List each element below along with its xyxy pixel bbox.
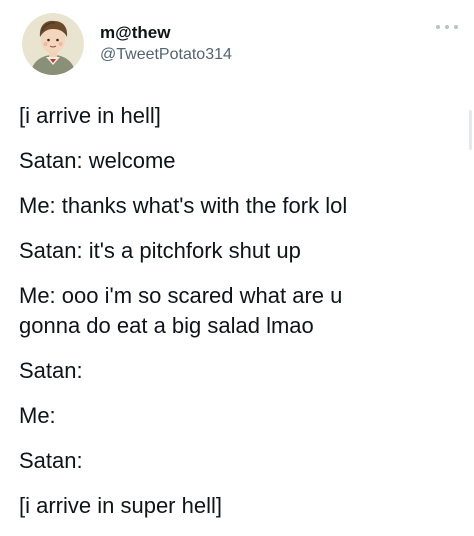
cartoon-avatar-icon (22, 13, 84, 75)
author-names: m@thew @TweetPotato314 (100, 22, 232, 66)
more-dots-icon[interactable] (436, 18, 458, 36)
tweet-card: m@thew @TweetPotato314 [i arrive in hell… (0, 0, 474, 534)
tweet-header: m@thew @TweetPotato314 (22, 12, 232, 76)
tweet-line: Me: ooo i'm so scared what are u (19, 283, 343, 308)
tweet-text: [i arrive in hell] Satan: welcome Me: th… (19, 101, 454, 536)
dot (436, 25, 440, 29)
tweet-line: Satan: (19, 448, 83, 473)
tweet-line: Me: thanks what's with the fork lol (19, 193, 348, 218)
dot (454, 25, 458, 29)
tweet-line: gonna do eat a big salad lmao (19, 313, 314, 338)
tweet-line: Satan: it's a pitchfork shut up (19, 238, 301, 263)
avatar[interactable] (22, 13, 84, 75)
author-display-name[interactable]: m@thew (100, 22, 232, 44)
scrollbar[interactable] (469, 110, 472, 150)
tweet-line: Me: (19, 403, 56, 428)
author-handle[interactable]: @TweetPotato314 (100, 44, 232, 66)
tweet-line: Satan: welcome (19, 148, 176, 173)
tweet-line: Satan: (19, 358, 83, 383)
tweet-line: [i arrive in super hell] (19, 493, 222, 518)
dot (445, 25, 449, 29)
tweet-line: [i arrive in hell] (19, 103, 161, 128)
